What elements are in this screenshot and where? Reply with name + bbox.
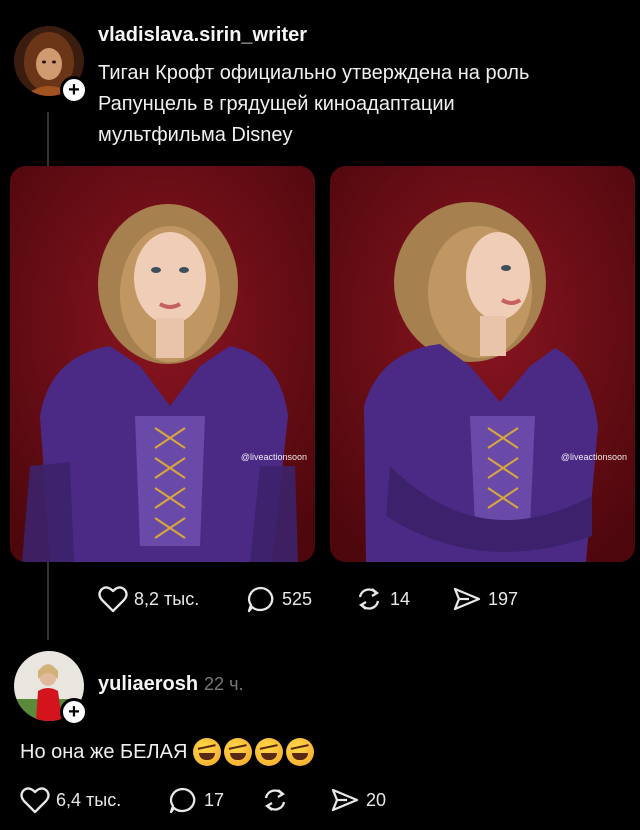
- comment-icon: [169, 787, 196, 814]
- comment-count: 17: [204, 789, 225, 810]
- like-count: 8,2 тыс.: [134, 588, 200, 609]
- share-button[interactable]: 197: [452, 585, 518, 613]
- comment-button[interactable]: 525: [246, 585, 354, 613]
- post-media-carousel[interactable]: @liveactionsoon @liveactionsoon: [10, 166, 638, 562]
- reply-username-label: yuliaerosh: [98, 673, 199, 695]
- post-text-line: мультфильма Disney: [98, 124, 293, 146]
- rofl-emoji-icon: [255, 738, 284, 766]
- like-button[interactable]: 6,4 тыс.: [20, 786, 168, 814]
- send-icon: [331, 788, 359, 812]
- heart-icon: [20, 787, 50, 814]
- share-count: 197: [488, 588, 519, 609]
- emoji-group: [193, 738, 315, 766]
- reply-action-bar: 6,4 тыс. 17 20: [20, 786, 386, 814]
- comment-button[interactable]: 17: [168, 786, 260, 814]
- repost-icon: [358, 588, 380, 610]
- comment-icon: [247, 586, 274, 613]
- post-photo-side[interactable]: @liveactionsoon: [330, 166, 635, 562]
- post-photo-front[interactable]: @liveactionsoon: [10, 166, 315, 562]
- rofl-emoji-icon: [224, 738, 253, 766]
- share-button[interactable]: 20: [330, 786, 386, 814]
- post-text: Тиган Крофт официально утверждена на рол…: [98, 58, 618, 151]
- plus-icon: +: [68, 701, 80, 723]
- share-count: 20: [366, 789, 387, 810]
- repost-button[interactable]: 14: [354, 585, 452, 613]
- comment-count: 525: [282, 588, 313, 609]
- rofl-emoji-icon: [286, 738, 315, 766]
- post-text-line: Рапунцель в грядущей киноадаптации: [98, 93, 455, 115]
- reply-username[interactable]: yuliaerosh 22 ч.: [98, 673, 243, 696]
- heart-icon: [98, 586, 128, 613]
- watermark-label: @liveactionsoon: [560, 452, 627, 462]
- repost-icon: [264, 789, 286, 811]
- post-action-bar: 8,2 тыс. 525 14 197: [98, 585, 518, 613]
- rofl-emoji-icon: [193, 738, 222, 766]
- repost-count: 14: [390, 588, 411, 609]
- post-text-line: Тиган Крофт официально утверждена на рол…: [98, 62, 530, 84]
- repost-button[interactable]: [260, 786, 330, 814]
- follow-plus-button[interactable]: +: [60, 76, 88, 104]
- reply-timestamp: 22 ч.: [204, 674, 244, 694]
- watermark-label: @liveactionsoon: [240, 452, 307, 462]
- plus-icon: +: [68, 79, 80, 101]
- like-count: 6,4 тыс.: [56, 789, 122, 810]
- reply-text: Но она же БЕЛАЯ: [20, 738, 315, 766]
- like-button[interactable]: 8,2 тыс.: [98, 585, 246, 613]
- follow-plus-button[interactable]: +: [60, 698, 88, 726]
- reply-text-label: Но она же БЕЛАЯ: [20, 740, 188, 763]
- send-icon: [453, 587, 481, 611]
- post-username[interactable]: vladislava.sirin_writer: [98, 24, 307, 47]
